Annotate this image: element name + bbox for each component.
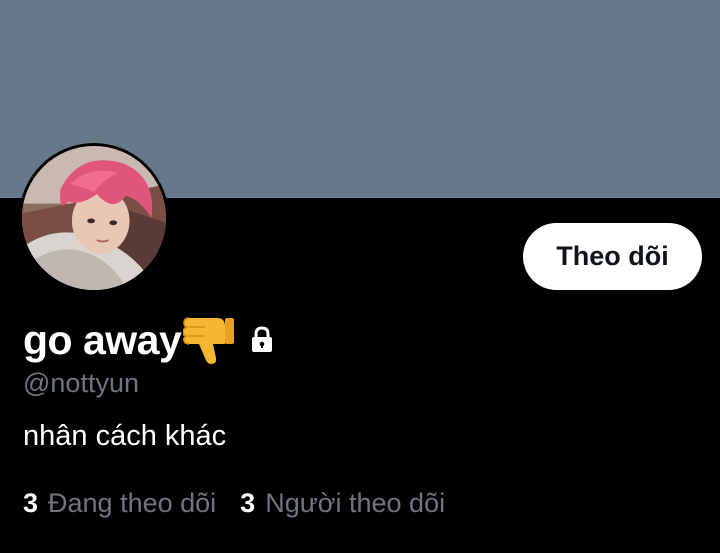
profile-stats: 3 Đang theo dõi 3 Người theo dõi: [23, 488, 445, 519]
following-count[interactable]: 3: [23, 488, 38, 519]
avatar-photo: [22, 146, 166, 290]
follow-button[interactable]: Theo dõi: [523, 223, 702, 290]
followers-count[interactable]: 3: [240, 488, 255, 519]
avatar[interactable]: [19, 143, 169, 293]
followers-label[interactable]: Người theo dõi: [265, 488, 445, 519]
profile-bio: nhân cách khác: [23, 420, 227, 452]
lock-icon: [247, 325, 277, 355]
display-name: go away: [23, 316, 182, 363]
following-label[interactable]: Đang theo dõi: [48, 488, 216, 519]
profile-name-row: go away: [23, 313, 277, 367]
thumbs-down-icon: [182, 314, 237, 366]
profile-handle: @nottyun: [23, 368, 139, 398]
